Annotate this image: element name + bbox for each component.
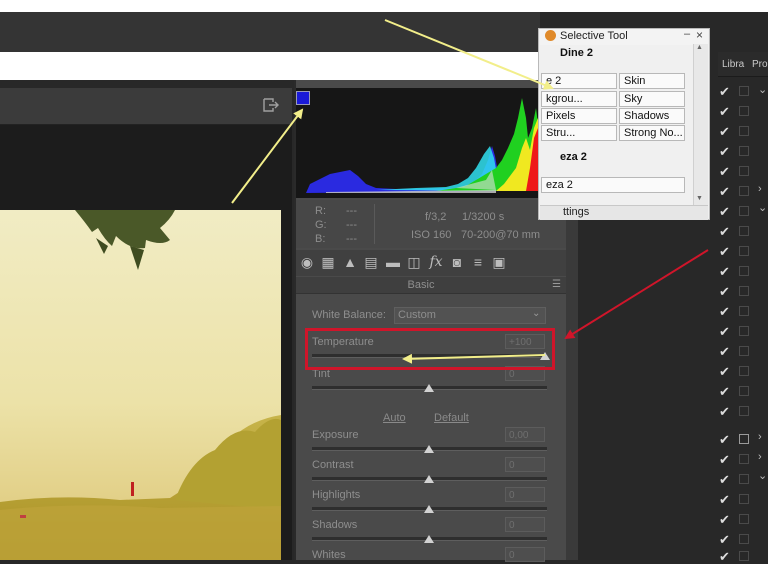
arrow-to-temperature	[564, 249, 709, 340]
annotation-arrows	[231, 19, 709, 364]
arrow-along-temperature	[402, 353, 546, 364]
arrow-to-shadow-clip	[231, 108, 304, 204]
arrow-to-highlight-clip	[384, 19, 554, 90]
